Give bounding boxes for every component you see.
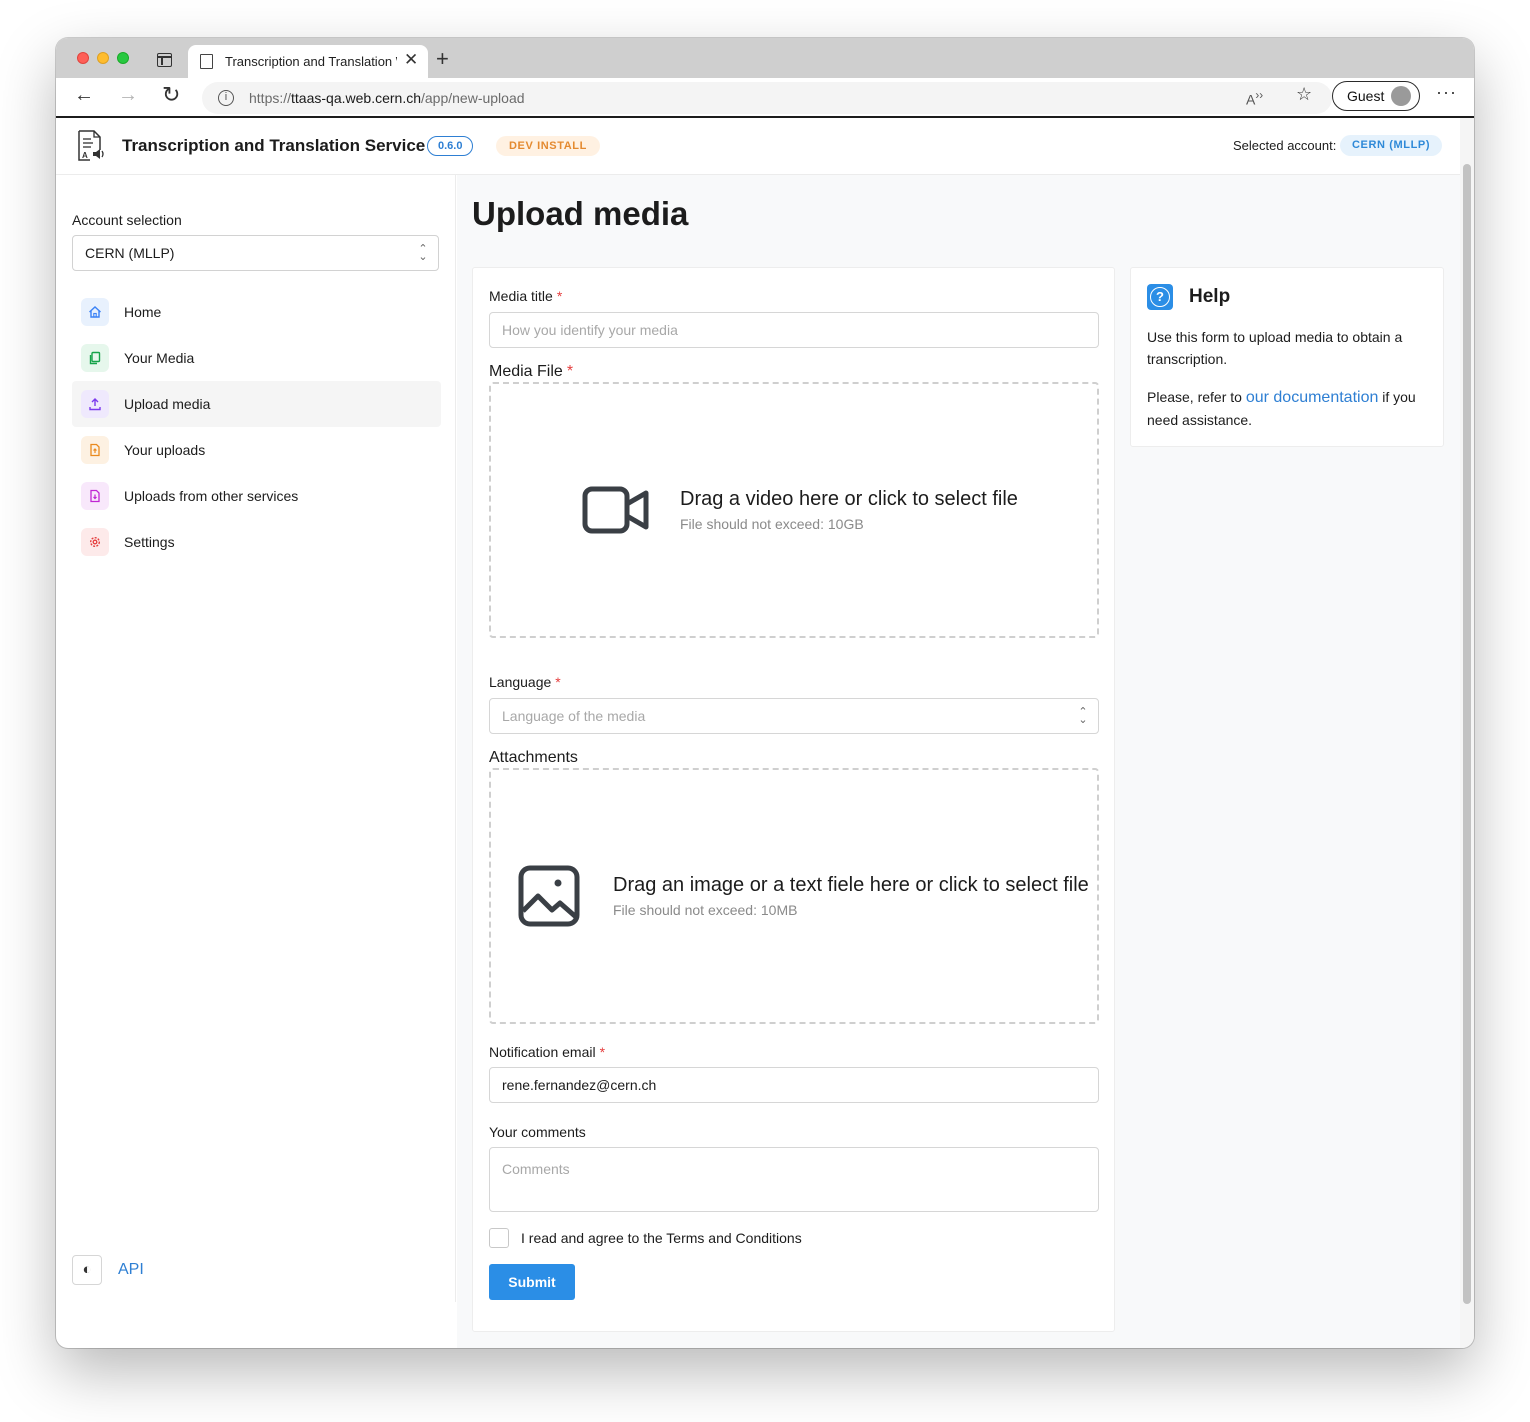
sidebar: Account selection CERN (MLLP) ⌃ ⌄ Home Yo… [56,175,456,1302]
read-aloud-icon[interactable]: A›› [1246,89,1263,108]
close-window-button[interactable] [77,52,89,64]
media-title-label: Media title * [489,288,563,304]
sidebar-item-upload-media[interactable]: Upload media [72,381,441,427]
sidebar-item-settings[interactable]: Settings [72,519,441,565]
scrollbar-thumb[interactable] [1463,164,1471,1304]
sidebar-toggle-icon[interactable] [157,53,172,67]
attachments-label: Attachments [489,749,578,766]
terms-label[interactable]: I read and agree to the Terms and Condit… [521,1230,802,1246]
avatar [1391,86,1411,106]
notification-email-input[interactable]: rene.fernandez@cern.ch [489,1067,1099,1103]
media-file-dropzone[interactable]: Drag a video here or click to select fil… [489,382,1099,638]
help-text-doc: Please, refer to our documentation if yo… [1147,389,1416,428]
language-label: Language * [489,674,561,690]
media-file-limit: File should not exceed: 10GB [680,516,864,532]
tab-title: Transcription and Translation W [225,54,397,69]
account-select[interactable]: CERN (MLLP) ⌃ ⌄ [72,235,439,271]
selected-account-label: Selected account: [1233,138,1337,153]
media-title-input[interactable]: How you identify your media [489,312,1099,348]
main-content: Upload media Media title * How you identi… [457,175,1460,1348]
info-icon[interactable]: i [218,90,234,106]
back-arrow-icon[interactable]: ← [74,84,94,107]
video-camera-icon [582,486,649,534]
app-logo-icon: A [78,130,104,161]
new-tab-button[interactable]: + [436,46,449,72]
upload-form: Media title * How you identify your media… [472,267,1115,1332]
question-circle-icon: ? [1147,284,1173,310]
notification-email-label: Notification email * [489,1044,606,1060]
browser-window: Transcription and Translation W ✕ + ← → … [56,38,1474,1348]
selected-account-badge: CERN (MLLP) [1340,135,1443,156]
chevron-updown-icon: ⌃ ⌄ [1078,706,1088,726]
home-icon [81,298,109,326]
close-tab-icon[interactable]: ✕ [404,50,418,70]
sidebar-item-your-uploads[interactable]: Your uploads [72,427,441,473]
help-title: Help [1189,286,1231,307]
url-text: https://ttaas-qa.web.cern.ch/app/new-upl… [249,90,525,106]
scrollbar[interactable] [1460,118,1474,1348]
account-selection-label: Account selection [72,212,182,228]
comments-textarea[interactable]: Comments [489,1147,1099,1212]
submit-button[interactable]: Submit [489,1264,575,1300]
help-text: Use this form to upload media to obtain … [1147,329,1403,367]
documentation-link[interactable]: our documentation [1246,389,1379,406]
version-badge: 0.6.0 [427,136,474,156]
more-menu-icon[interactable]: ··· [1436,82,1457,103]
address-bar[interactable]: i https://ttaas-qa.web.cern.ch/app/new-u… [202,82,1332,114]
chevron-updown-icon: ⌃ ⌄ [418,243,428,263]
language-select[interactable]: Language of the media ⌃ ⌄ [489,698,1099,734]
browser-toolbar: ← → ↻ i https://ttaas-qa.web.cern.ch/app… [56,78,1474,118]
api-link[interactable]: API [118,1261,144,1279]
dev-install-badge: DEV INSTALL [496,136,600,156]
maximize-window-button[interactable] [117,52,129,64]
tab-strip: Transcription and Translation W ✕ + [56,38,1474,78]
attachments-title: Drag an image or a text fiele here or cl… [613,874,1089,896]
app-header: A Transcription and Translation Service … [56,118,1460,175]
media-file-label: Media File * [489,363,574,380]
file-import-icon [81,482,109,510]
copy-icon [81,344,109,372]
attachments-limit: File should not exceed: 10MB [613,902,798,918]
favicon-icon [200,54,213,69]
page-title: Upload media [472,195,689,232]
file-upload-icon [81,436,109,464]
sidebar-item-your-media[interactable]: Your Media [72,335,441,381]
sidebar-item-uploads-other-services[interactable]: Uploads from other services [72,473,441,519]
help-card: ? Help Use this form to upload media to … [1130,267,1444,447]
favorites-star-icon[interactable]: ☆ [1296,84,1312,105]
svg-text:A: A [82,151,88,160]
upload-icon [81,390,109,418]
forward-arrow-icon[interactable]: → [118,84,138,107]
profile-button[interactable]: Guest [1332,81,1420,111]
reload-icon[interactable]: ↻ [162,82,180,108]
attachments-dropzone[interactable]: Drag an image or a text fiele here or cl… [489,768,1099,1024]
theme-toggle-icon[interactable]: ◐ [72,1255,102,1285]
app-title: Transcription and Translation Service [122,136,426,155]
browser-tab[interactable]: Transcription and Translation W ✕ [188,45,428,78]
comments-label: Your comments [489,1124,586,1140]
terms-checkbox[interactable] [489,1228,509,1248]
image-icon [518,865,580,927]
sidebar-item-home[interactable]: Home [72,289,441,335]
gear-icon [81,528,109,556]
media-file-title: Drag a video here or click to select fil… [680,488,1018,510]
minimize-window-button[interactable] [97,52,109,64]
